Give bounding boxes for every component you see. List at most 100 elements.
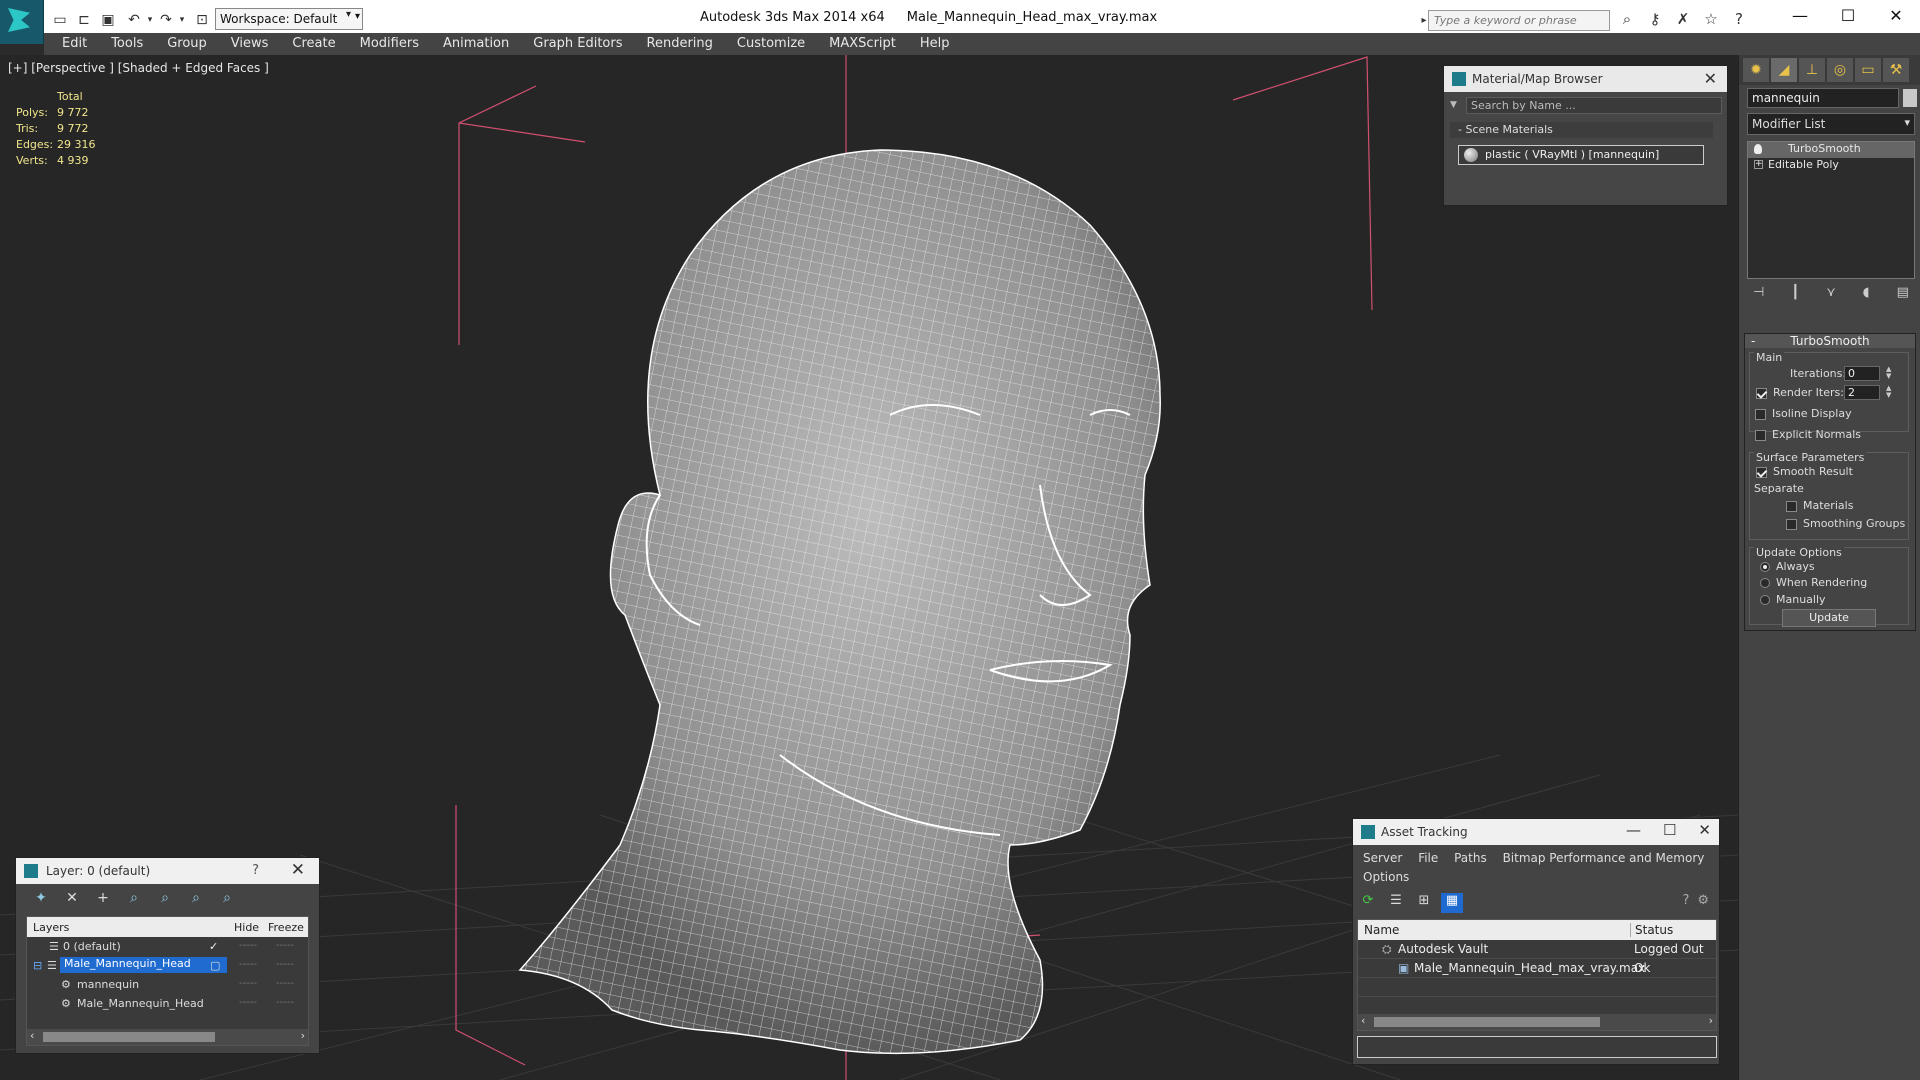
freeze-toggle[interactable]: ----- [276,978,294,989]
menu-group[interactable]: Group [155,33,219,55]
asset-tracking-header[interactable]: Asset Tracking — ☐ ✕ [1353,819,1719,845]
hide-toggle[interactable]: ----- [239,978,257,989]
modifier-list-dropdown[interactable]: Modifier List ▾ [1747,113,1915,135]
workspace-menu-icon[interactable]: ▾ [346,9,360,29]
scene-materials-group[interactable]: - Scene Materials [1450,122,1713,138]
select-objects-icon[interactable]: ⌕ [123,890,145,910]
menu-paths[interactable]: Paths [1454,851,1487,865]
make-unique-icon[interactable]: ⋎ [1826,285,1836,307]
material-search-input[interactable]: Search by Name ... [1466,97,1722,114]
layer-row[interactable]: ⊟ ☰ Male_Mannequin_Head ▢ ----- ----- [27,956,308,975]
scroll-left-icon[interactable]: ‹ [1361,1014,1365,1027]
settings-icon[interactable]: ⚙ [1697,893,1709,908]
remove-modifier-icon[interactable]: ◖ [1863,285,1870,307]
smoothing-groups-checkbox[interactable] [1786,518,1797,530]
menu-file[interactable]: File [1418,851,1438,865]
layer-row[interactable]: ⚙ Male_Mannequin_Head ----- ----- [27,994,308,1013]
menu-server[interactable]: Server [1363,851,1402,865]
maximize-icon[interactable]: ☐ [1824,0,1872,32]
create-tab-icon[interactable]: ✹ [1743,58,1769,82]
close-icon[interactable]: ✕ [1698,821,1711,839]
smoothing-groups-row[interactable]: Smoothing Groups [1786,517,1905,530]
asset-path-field[interactable] [1357,1036,1717,1058]
scroll-right-icon[interactable]: › [1709,1014,1713,1027]
menu-help[interactable]: Help [908,33,962,55]
pin-stack-icon[interactable]: ⊣ [1753,285,1764,307]
key-icon[interactable]: ⚷ [1644,10,1666,30]
materials-row[interactable]: Materials [1786,499,1853,512]
expand-icon[interactable]: + [1754,160,1763,169]
menu-tools[interactable]: Tools [99,33,155,55]
when-rendering-radio-row[interactable]: When Rendering [1760,576,1867,589]
scrollbar-thumb[interactable] [1374,1017,1600,1027]
browser-options-icon[interactable]: ▼ [1450,100,1457,110]
isoline-display-checkbox[interactable] [1755,408,1766,420]
freeze-toggle[interactable]: ----- [276,997,294,1008]
create-layer-icon[interactable]: ✦ [30,890,52,910]
show-end-result-icon[interactable]: ┃ [1791,285,1799,307]
menu-views[interactable]: Views [219,33,281,55]
spinner-arrows-icon[interactable]: ▲ ▼ [1886,366,1894,381]
freeze-all-layers-icon[interactable]: ⌕ [216,890,238,910]
menu-edit[interactable]: Edit [50,33,99,55]
always-radio[interactable] [1760,562,1770,572]
hierarchy-tab-icon[interactable]: ⊥ [1799,58,1825,82]
minimize-icon[interactable]: — [1626,821,1641,839]
when-rendering-radio[interactable] [1760,578,1770,588]
col-layers[interactable]: Layers [33,921,69,934]
current-layer-check-icon[interactable]: ✓ [209,940,218,953]
material-item[interactable]: plastic ( VRayMtl ) [mannequin] [1458,145,1704,165]
table-view-icon[interactable]: ▦ [1441,893,1463,913]
stack-item-turbosmooth[interactable]: TurboSmooth [1748,142,1914,158]
asset-row[interactable]: ▣ Male_Mannequin_Head_max_vray.max Ok [1358,959,1716,978]
hide-all-layers-icon[interactable]: ⌕ [185,890,207,910]
menu-rendering[interactable]: Rendering [635,33,725,55]
scroll-left-icon[interactable]: ‹ [30,1029,34,1042]
explicit-normals-checkbox[interactable] [1755,429,1766,441]
explicit-normals-row[interactable]: Explicit Normals [1755,428,1861,441]
smooth-result-row[interactable]: Smooth Result [1756,465,1853,478]
maximize-icon[interactable]: ☐ [1663,821,1676,839]
spinner-arrows-icon[interactable]: ▲ ▼ [1886,385,1894,400]
tree-view-icon[interactable]: ⊞ [1413,893,1435,913]
isoline-display-row[interactable]: Isoline Display [1755,407,1852,420]
menu-modifiers[interactable]: Modifiers [348,33,431,55]
manually-radio-row[interactable]: Manually [1760,593,1826,606]
help-icon[interactable]: ? [252,863,259,878]
col-status[interactable]: Status [1630,923,1673,937]
object-color-swatch[interactable] [1903,89,1917,107]
new-file-icon[interactable]: ▭ [50,10,70,30]
open-file-icon[interactable]: ⊏ [74,10,94,30]
app-menu-button[interactable] [0,0,44,44]
material-browser-header[interactable]: Material/Map Browser ✕ [1444,66,1727,92]
help-icon[interactable]: ? [1728,10,1750,30]
help-icon[interactable]: ? [1682,893,1689,908]
refresh-icon[interactable]: ⟳ [1357,893,1379,913]
display-tab-icon[interactable]: ▭ [1855,58,1881,82]
motion-tab-icon[interactable]: ◎ [1827,58,1853,82]
hide-toggle[interactable]: ----- [239,940,257,951]
hide-toggle[interactable]: ----- [239,997,257,1008]
always-radio-row[interactable]: Always [1760,560,1815,573]
stack-item-editable-poly[interactable]: + Editable Poly [1748,158,1914,174]
col-name[interactable]: Name [1364,923,1399,937]
materials-checkbox[interactable] [1786,500,1797,512]
update-button[interactable]: Update [1782,609,1876,627]
freeze-toggle[interactable]: ----- [276,940,294,951]
menu-bitmap-performance[interactable]: Bitmap Performance and Memory [1503,851,1705,865]
utilities-tab-icon[interactable]: ⚒ [1883,58,1909,82]
scrollbar-thumb[interactable] [43,1032,215,1042]
scroll-right-icon[interactable]: › [301,1029,305,1042]
manually-radio[interactable] [1760,595,1770,605]
hide-toggle[interactable]: ----- [239,959,257,970]
exchange-icon[interactable]: ✗ [1672,10,1694,30]
save-file-icon[interactable]: ▣ [98,10,118,30]
rollout-header[interactable]: - TurboSmooth [1745,334,1915,348]
layer-row[interactable]: ☰ 0 (default) ✓ ----- ----- [27,937,308,956]
modify-tab-icon[interactable]: ◢ [1771,58,1797,82]
collapse-icon[interactable]: ⊟ [33,959,42,972]
binoculars-icon[interactable]: ⌕ [1616,10,1638,30]
render-iters-spinner[interactable]: 2 [1844,385,1880,400]
redo-dropdown-icon[interactable]: ▾ [172,10,192,30]
layer-row[interactable]: ⚙ mannequin ----- ----- [27,975,308,994]
